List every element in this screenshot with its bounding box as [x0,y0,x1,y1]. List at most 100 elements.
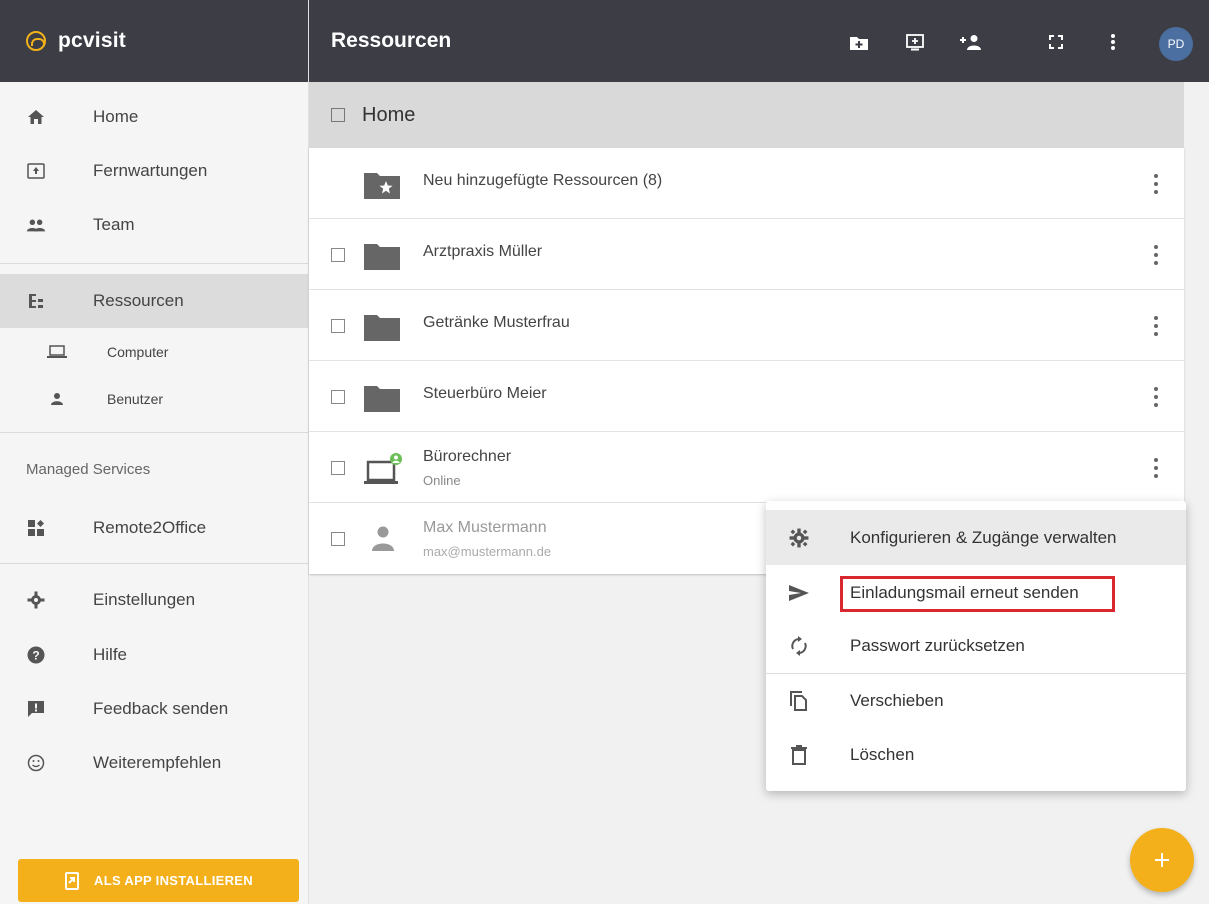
computer-online-icon [364,453,402,484]
more-vert-icon[interactable] [1149,387,1163,407]
sidebar-item-hilfe[interactable]: ? Hilfe [0,630,308,680]
list-item[interactable]: Bürorechner Online [309,432,1184,503]
sidebar-item-label: Fernwartungen [93,161,208,180]
sidebar-item-label: Remote2Office [93,518,207,537]
more-vert-icon[interactable] [1104,33,1122,51]
resource-name: Bürorechner [423,448,512,465]
sidebar: pcvisit Home Fernwartungen Team Ressourc… [0,0,309,904]
avatar[interactable]: PD [1159,27,1193,61]
menu-item-delete[interactable]: Löschen [766,727,1186,782]
breadcrumb: Home [309,82,1184,148]
plus-icon [1155,853,1169,867]
add-user-icon[interactable] [959,33,983,51]
help-icon: ? [26,645,46,665]
page-title: Ressourcen [331,29,452,52]
sidebar-divider [0,432,308,433]
sidebar-item-fernwartungen[interactable]: Fernwartungen [0,146,308,196]
sidebar-item-label: Home [93,107,139,126]
install-app-icon [64,871,80,890]
laptop-icon [47,342,67,362]
menu-item-label: Passwort zurücksetzen [850,635,1025,655]
feedback-icon [26,699,46,719]
sidebar-item-label: Einstellungen [93,590,196,609]
copy-icon [788,690,810,712]
user-icon [369,524,405,554]
menu-item-label: Löschen [850,744,915,764]
svg-text:?: ? [32,649,39,663]
user-icon [47,389,67,409]
resource-name: Getränke Musterfrau [423,314,570,331]
pcvisit-logo-icon [26,31,46,51]
row-checkbox[interactable] [331,319,345,333]
resource-name: Steuerbüro Meier [423,385,547,402]
sidebar-item-computer[interactable]: Computer [0,330,308,374]
resource-name: Arztpraxis Müller [423,243,543,260]
sidebar-item-home[interactable]: Home [0,92,308,142]
menu-item-label: Einladungsmail erneut senden [850,582,1079,602]
row-checkbox[interactable] [331,461,345,475]
menu-item-configure[interactable]: Konfigurieren & Zugänge verwalten [766,510,1186,565]
team-icon [26,215,46,235]
resource-name: Neu hinzugefügte Ressourcen (8) [423,172,663,189]
install-app-label: ALS APP INSTALLIEREN [94,873,253,888]
more-vert-icon[interactable] [1149,458,1163,478]
menu-item-reset-password[interactable]: Passwort zurücksetzen [766,618,1186,673]
remote-screen-icon [26,161,46,181]
breadcrumb-home[interactable]: Home [362,104,415,127]
row-checkbox[interactable] [331,532,345,546]
folder-icon [364,240,400,270]
resource-name: Max Mustermann [423,519,547,536]
menu-item-move[interactable]: Verschieben [766,673,1186,728]
resource-status: Online [423,473,461,488]
list-item[interactable]: Arztpraxis Müller [309,219,1184,290]
add-computer-icon[interactable] [906,33,924,51]
sidebar-item-ressourcen[interactable]: Ressourcen [0,274,308,328]
menu-item-label: Konfigurieren & Zugänge verwalten [850,527,1117,547]
fullscreen-icon[interactable] [1047,33,1065,51]
top-bar: Ressourcen PD [309,0,1209,82]
list-item[interactable]: Getränke Musterfrau [309,290,1184,361]
gear-icon [788,527,810,549]
install-app-button[interactable]: ALS APP INSTALLIEREN [18,859,299,902]
list-item[interactable]: Neu hinzugefügte Ressourcen (8) [309,148,1184,219]
new-folder-icon[interactable] [850,33,868,51]
sidebar-item-label: Hilfe [93,645,128,664]
dashboard-icon [26,518,46,538]
sidebar-item-benutzer[interactable]: Benutzer [0,377,308,421]
sidebar-item-remote2office[interactable]: Remote2Office [0,503,308,553]
sidebar-item-label: Feedback senden [93,699,229,718]
add-fab-button[interactable] [1130,828,1194,892]
sidebar-item-feedback[interactable]: Feedback senden [0,684,308,734]
more-vert-icon[interactable] [1149,174,1163,194]
home-icon [26,107,46,127]
more-vert-icon[interactable] [1149,245,1163,265]
sidebar-item-label: Weiterempfehlen [93,753,222,772]
row-checkbox[interactable] [331,390,345,404]
list-item[interactable]: Steuerbüro Meier [309,361,1184,432]
trash-icon [788,744,810,766]
menu-item-label: Verschieben [850,690,944,710]
sidebar-item-label: Benutzer [107,391,164,407]
section-label-managed-services: Managed Services [26,461,151,478]
resource-email: max@mustermann.de [423,544,552,559]
folder-icon [364,382,400,412]
starred-folder-icon [364,169,400,199]
sidebar-item-team[interactable]: Team [0,200,308,250]
brand[interactable]: pcvisit [0,0,308,82]
more-vert-icon[interactable] [1149,316,1163,336]
sidebar-item-weiterempfehlen[interactable]: Weiterempfehlen [0,738,308,788]
sidebar-divider [0,263,308,264]
sidebar-item-label: Ressourcen [93,291,184,310]
context-menu: Konfigurieren & Zugänge verwalten Einlad… [766,501,1186,791]
sidebar-item-label: Team [93,215,135,234]
smiley-icon [26,753,46,773]
folder-icon [364,311,400,341]
menu-item-resend-invitation[interactable]: Einladungsmail erneut senden [766,565,1186,620]
row-checkbox[interactable] [331,248,345,262]
select-all-checkbox[interactable] [331,108,345,122]
refresh-icon [788,635,810,657]
sidebar-item-label: Computer [107,344,169,360]
sidebar-item-einstellungen[interactable]: Einstellungen [0,575,308,625]
send-icon [788,582,810,604]
gear-icon [26,590,46,610]
